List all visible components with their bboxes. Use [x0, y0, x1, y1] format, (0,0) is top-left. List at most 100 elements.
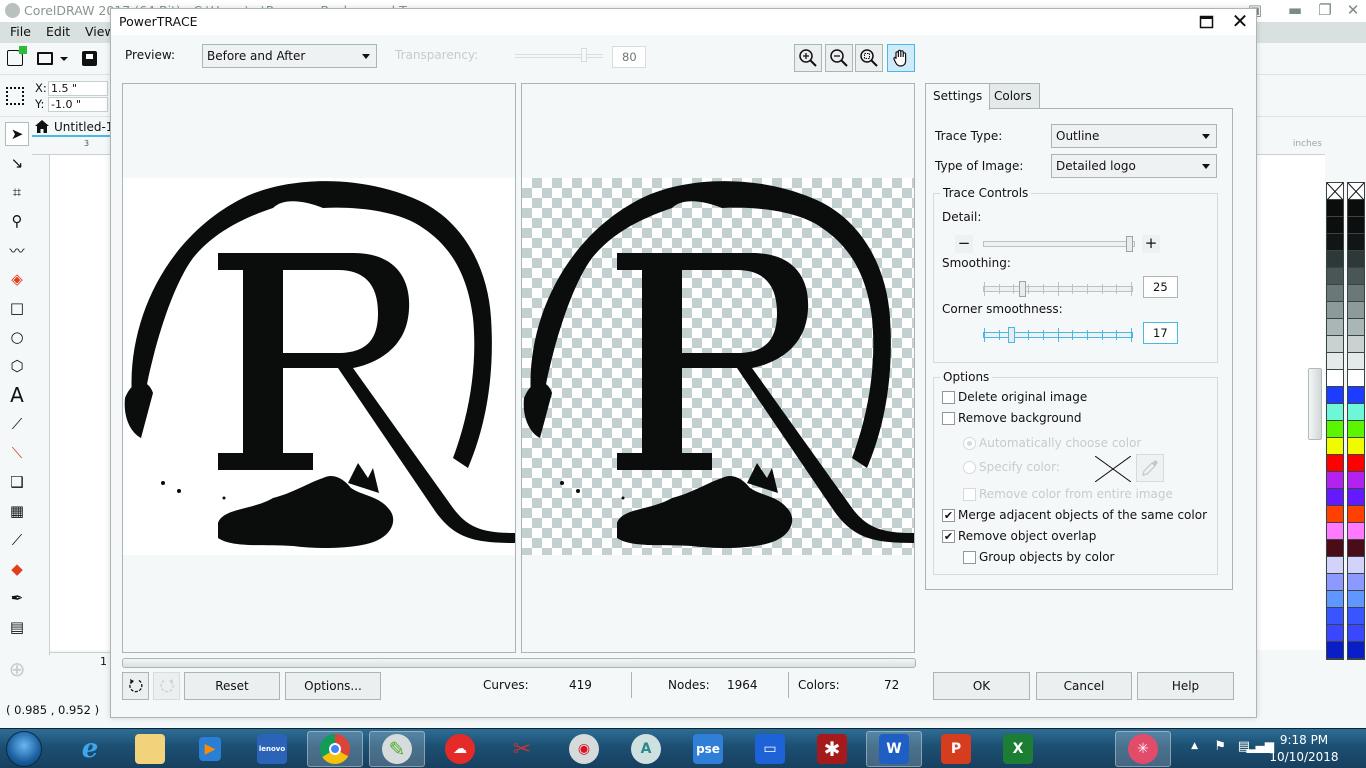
pan-button[interactable]	[887, 44, 915, 72]
x-position-input[interactable]: 1.5 "	[48, 81, 108, 96]
color-swatch[interactable]	[1327, 285, 1343, 302]
no-color-swatch[interactable]	[1347, 182, 1365, 201]
color-swatch[interactable]	[1348, 285, 1364, 302]
clock-time[interactable]: 9:18 PM	[1264, 733, 1344, 747]
color-swatch[interactable]	[1327, 455, 1343, 472]
color-swatch[interactable]	[1327, 200, 1343, 217]
color-palette-2[interactable]	[1347, 182, 1365, 660]
detail-slider[interactable]	[983, 236, 1135, 252]
delete-original-checkbox[interactable]	[942, 391, 955, 404]
transparency-slider[interactable]	[515, 48, 603, 62]
drop-shadow-tool-icon[interactable]: ❑	[5, 470, 29, 494]
trace-type-select[interactable]: Outline	[1051, 124, 1217, 148]
text-tool-icon[interactable]: A	[5, 383, 29, 407]
color-swatch[interactable]	[1327, 370, 1343, 387]
taskbar-app[interactable]: ✎	[369, 731, 425, 767]
color-swatch[interactable]	[1327, 591, 1343, 608]
shape-tool-icon[interactable]: ↘	[5, 151, 29, 175]
save-icon[interactable]	[82, 51, 97, 66]
add-tool-icon[interactable]: ⊕	[5, 657, 29, 681]
color-swatch[interactable]	[1348, 302, 1364, 319]
corner-smoothness-slider[interactable]	[983, 327, 1133, 343]
parallel-dimension-tool-icon[interactable]: ⟋	[5, 412, 29, 436]
detail-increase-button[interactable]: +	[1142, 235, 1160, 253]
rectangle-tool-icon[interactable]: □	[5, 296, 29, 320]
y-position-input[interactable]: -1.0 "	[48, 97, 108, 112]
color-swatch[interactable]	[1348, 421, 1364, 438]
start-button[interactable]	[6, 731, 42, 767]
pick-tool-icon[interactable]: ➤	[5, 122, 29, 146]
interactive-fill-tool-icon[interactable]: ◆	[5, 557, 29, 581]
restore-button[interactable]: ❐	[1310, 0, 1340, 22]
maximize-icon[interactable]	[1199, 14, 1215, 30]
color-palette-1[interactable]	[1326, 182, 1344, 660]
zoom-fit-button[interactable]	[855, 44, 883, 72]
color-swatch[interactable]	[1348, 234, 1364, 251]
object-properties-icon[interactable]: ▤	[5, 615, 29, 639]
remove-background-checkbox[interactable]	[942, 412, 955, 425]
help-button[interactable]: Help	[1137, 672, 1234, 700]
eyedropper-tool-icon[interactable]: ⟋	[5, 528, 29, 552]
crop-tool-icon[interactable]: ⌗	[5, 180, 29, 204]
group-by-color-checkbox[interactable]	[963, 551, 976, 564]
document-tab[interactable]: Untitled-1	[30, 117, 120, 137]
taskbar-app[interactable]: X	[990, 731, 1046, 767]
color-swatch[interactable]	[1348, 200, 1364, 217]
menu-edit[interactable]: Edit	[46, 24, 70, 39]
zoom-out-button[interactable]	[825, 44, 853, 72]
open-dropdown-icon[interactable]	[60, 57, 68, 61]
taskbar-app[interactable]: W	[866, 731, 922, 767]
taskbar-app[interactable]: A	[618, 731, 674, 767]
merge-adjacent-checkbox[interactable]: ✔	[942, 509, 955, 522]
color-swatch[interactable]	[1327, 404, 1343, 421]
taskbar-app[interactable]: ✳	[1115, 731, 1171, 767]
object-origin-icon[interactable]	[6, 87, 24, 105]
color-swatch[interactable]	[1327, 557, 1343, 574]
menu-file[interactable]: File	[10, 24, 31, 39]
show-hidden-icons[interactable]: ▲	[1191, 741, 1198, 751]
tab-settings[interactable]: Settings	[925, 83, 991, 110]
color-swatch[interactable]	[1327, 234, 1343, 251]
taskbar-app[interactable]: lenovo	[244, 731, 300, 767]
color-swatch[interactable]	[1348, 353, 1364, 370]
outline-pen-tool-icon[interactable]: ✒	[5, 586, 29, 610]
taskbar-app[interactable]: P	[928, 731, 984, 767]
remove-color-entire-image-checkbox[interactable]	[963, 488, 976, 501]
open-folder-icon[interactable]	[37, 52, 53, 65]
corner-smoothness-slider-thumb[interactable]	[1008, 327, 1015, 343]
color-swatch[interactable]	[1348, 591, 1364, 608]
action-center-icon[interactable]: ⚑	[1214, 739, 1226, 754]
smoothing-slider[interactable]	[983, 281, 1133, 297]
color-swatch[interactable]	[1348, 608, 1364, 625]
undo-button[interactable]	[122, 672, 149, 700]
freehand-tool-icon[interactable]: 〰	[5, 238, 29, 262]
color-swatch[interactable]	[1327, 387, 1343, 404]
detail-decrease-button[interactable]: −	[955, 235, 973, 253]
auto-choose-color-radio[interactable]	[963, 437, 976, 450]
ok-button[interactable]: OK	[933, 672, 1030, 700]
color-swatch[interactable]	[1327, 353, 1343, 370]
redo-button[interactable]	[153, 672, 180, 700]
color-swatch[interactable]	[1348, 557, 1364, 574]
color-swatch[interactable]	[1327, 608, 1343, 625]
color-swatch[interactable]	[1327, 268, 1343, 285]
color-swatch[interactable]	[1327, 251, 1343, 268]
reset-button[interactable]: Reset	[184, 672, 280, 700]
color-swatch[interactable]	[1348, 438, 1364, 455]
options-button[interactable]: Options...	[285, 672, 381, 700]
preview-before-pane[interactable]	[122, 83, 516, 653]
color-swatch[interactable]	[1327, 336, 1343, 353]
color-swatch[interactable]	[1327, 472, 1343, 489]
color-swatch[interactable]	[1327, 642, 1343, 659]
taskbar-app[interactable]: ▭	[742, 731, 798, 767]
color-swatch[interactable]	[1327, 421, 1343, 438]
detail-slider-thumb[interactable]	[1126, 236, 1133, 252]
image-type-select[interactable]: Detailed logo	[1051, 154, 1217, 178]
color-swatch[interactable]	[1348, 472, 1364, 489]
color-swatch[interactable]	[1348, 455, 1364, 472]
color-swatch[interactable]	[1348, 540, 1364, 557]
color-swatch[interactable]	[1348, 217, 1364, 234]
color-swatch[interactable]	[1348, 319, 1364, 336]
color-swatch[interactable]	[1348, 523, 1364, 540]
transparency-slider-thumb[interactable]	[581, 48, 587, 62]
